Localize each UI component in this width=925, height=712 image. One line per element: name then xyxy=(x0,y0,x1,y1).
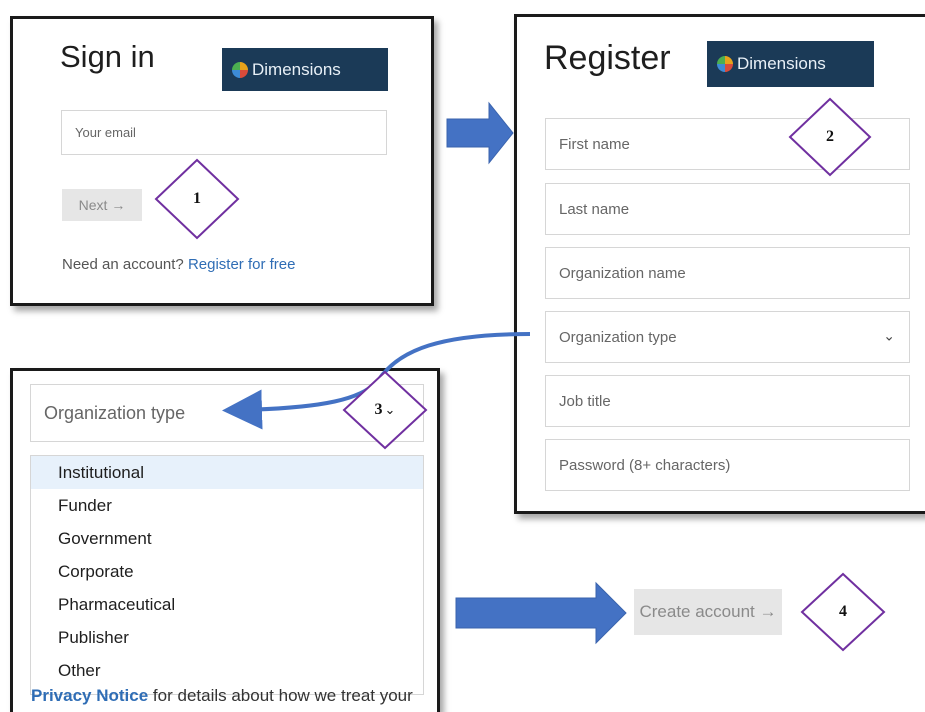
arrow-right-icon xyxy=(446,101,514,165)
step-number: 4 xyxy=(839,603,847,620)
chevron-down-icon: ⌄ xyxy=(384,402,396,417)
arrow-right-icon xyxy=(455,581,627,645)
step-3-diamond: 3 ⌄ xyxy=(341,369,429,451)
step-number: 2 xyxy=(826,128,834,145)
step-1-diamond: 1 xyxy=(153,157,241,241)
step-2-diamond: 2 xyxy=(787,96,873,178)
step-number: 3 ⌄ xyxy=(374,401,396,418)
step-number: 1 xyxy=(193,190,201,207)
step-4-diamond: 4 xyxy=(799,571,887,653)
